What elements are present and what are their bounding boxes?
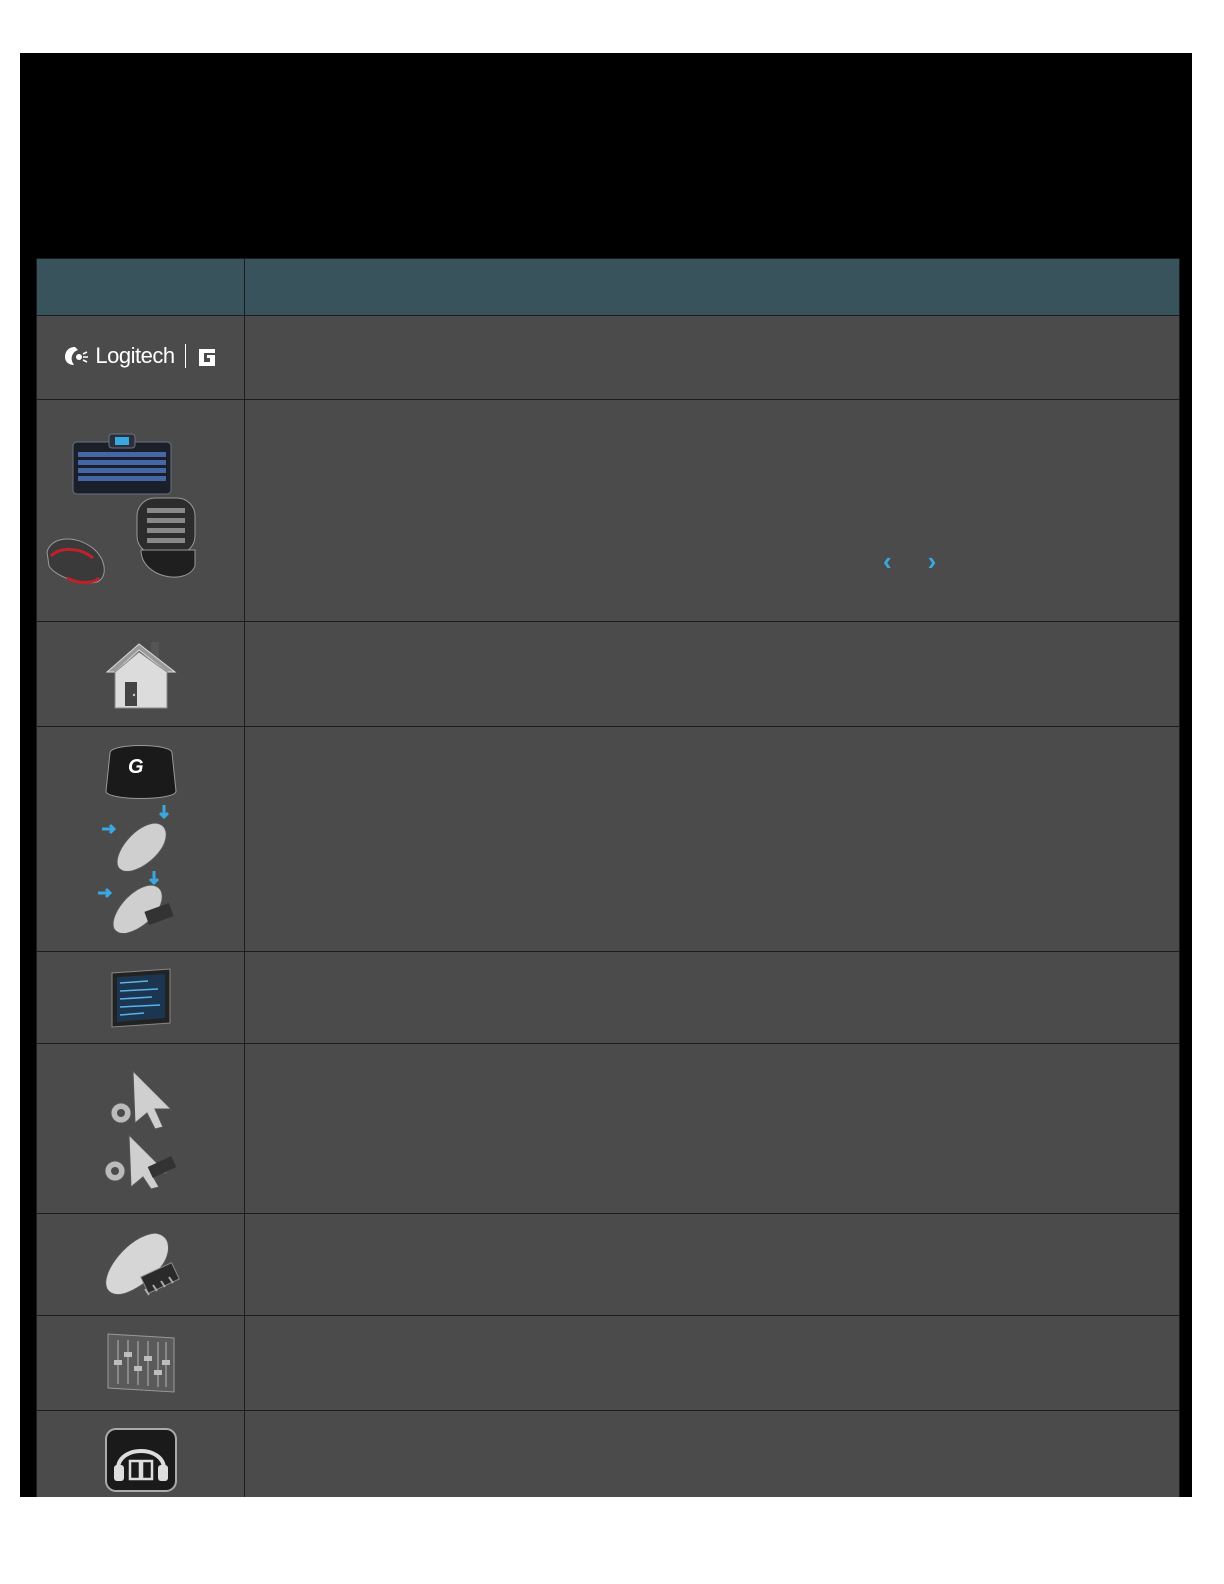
home-icon xyxy=(105,642,176,709)
icon-cell: G xyxy=(36,726,245,952)
table-row: G xyxy=(36,726,1180,952)
lcd-screen-icon xyxy=(111,967,170,1028)
description-cell xyxy=(244,1410,1180,1497)
description-cell: ‹ › xyxy=(244,399,1180,622)
description-cell xyxy=(244,315,1180,400)
svg-text:G: G xyxy=(128,756,144,778)
icon-cell xyxy=(36,1043,245,1214)
g-key-mouse-assign-icon: G xyxy=(97,745,177,935)
description-cell xyxy=(244,726,1180,952)
previous-device-arrow[interactable]: ‹ xyxy=(883,548,892,574)
table-row xyxy=(36,951,1180,1044)
gaming-devices-icon xyxy=(46,433,196,584)
onboard-memory-mouse-icon xyxy=(104,1231,180,1296)
icon-cell xyxy=(36,1410,245,1497)
pointer-settings-icon xyxy=(104,1069,176,1190)
icon-reference-table: Logitech ‹ › G xyxy=(36,258,1180,1497)
document-frame: Logitech ‹ › G xyxy=(20,53,1192,1497)
logitech-eye-icon xyxy=(65,347,89,365)
table-header-row xyxy=(36,258,1180,316)
icon-cell xyxy=(36,399,245,622)
table-row xyxy=(36,1043,1180,1214)
description-cell xyxy=(244,1043,1180,1214)
g-series-icon xyxy=(198,349,215,366)
logitech-wordmark: Logitech xyxy=(95,343,175,368)
icon-cell: Logitech xyxy=(36,315,245,400)
icon-cell xyxy=(36,621,245,727)
description-cell xyxy=(244,951,1180,1044)
headset-surround-icon xyxy=(104,1428,177,1492)
icon-cell xyxy=(36,1213,245,1316)
icon-cell xyxy=(36,1315,245,1411)
next-device-arrow[interactable]: › xyxy=(928,548,937,574)
description-cell xyxy=(244,1213,1180,1316)
header-icon-column xyxy=(36,258,245,316)
table-row xyxy=(36,1410,1180,1497)
logo-divider xyxy=(184,344,186,368)
header-description-column xyxy=(244,258,1180,316)
equalizer-icon xyxy=(107,1333,174,1393)
table-row xyxy=(36,621,1180,727)
table-row xyxy=(36,1213,1180,1316)
description-cell xyxy=(244,621,1180,727)
device-navigation: ‹ › xyxy=(883,548,936,574)
table-row: ‹ › xyxy=(36,399,1180,622)
table-row xyxy=(36,1315,1180,1411)
logitech-g-logo: Logitech xyxy=(63,343,217,369)
icon-cell xyxy=(36,951,245,1044)
table-row: Logitech xyxy=(36,315,1180,400)
description-cell xyxy=(244,1315,1180,1411)
